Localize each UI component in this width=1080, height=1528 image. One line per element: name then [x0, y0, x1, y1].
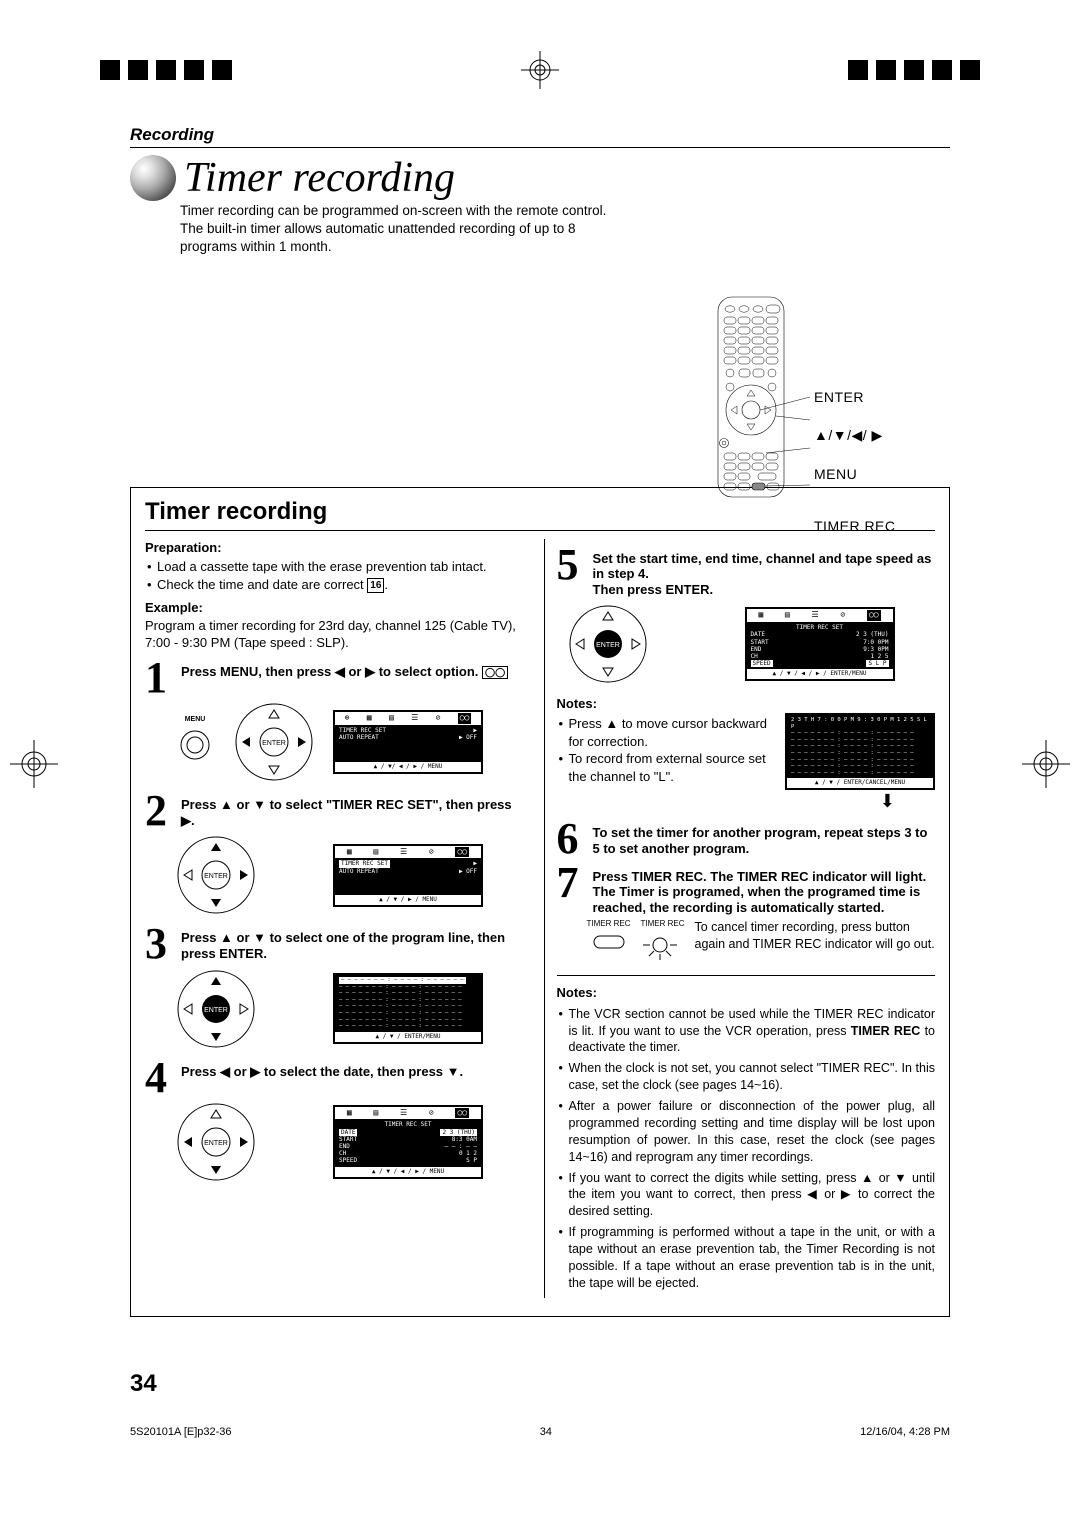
note-b-5: If programming is performed without a ta…	[557, 1224, 936, 1292]
example-heading: Example:	[145, 599, 524, 617]
remote-control-icon	[710, 295, 810, 505]
svg-text:ENTER: ENTER	[204, 1140, 228, 1147]
enter-label: ENTER	[814, 389, 896, 405]
timer-menu-icon: ◯◯	[482, 666, 508, 679]
note-5-2: To record from external source set the c…	[557, 750, 780, 785]
step-4: 4 Press ◀ or ▶ to select the date, then …	[145, 1060, 524, 1095]
step-number-1: 1	[145, 660, 175, 695]
crop-marks	[0, 60, 1080, 80]
footer: 5S20101A [E]p32-36 34 12/16/04, 4:28 PM	[130, 1426, 950, 1438]
menu-label: MENU	[814, 466, 896, 482]
menu-small-label: MENU	[175, 715, 215, 724]
step-3: 3 Press ▲ or ▼ to select one of the prog…	[145, 926, 524, 961]
step-number-6: 6	[557, 821, 587, 856]
dpad-icon: ENTER	[175, 834, 257, 916]
cancel-text: To cancel timer recording, press button …	[695, 919, 936, 953]
footer-center: 34	[540, 1426, 552, 1438]
down-arrow-icon: ⬇	[557, 789, 896, 813]
timer-rec-label: TIMER REC	[814, 518, 896, 534]
intro-text: Timer recording can be programmed on-scr…	[180, 202, 610, 257]
right-column: 5 Set the start time, end time, channel …	[544, 539, 936, 1298]
footer-date: 12/16/04, 4:28 PM	[860, 1426, 950, 1438]
step-6: 6 To set the timer for another program, …	[557, 821, 936, 856]
osd-screen-3: – – – – – – – : – – – – : – – – – – – – …	[333, 973, 483, 1044]
osd-screen-5: ▦▤☰⊘◯◯ TIMER REC SET DATE2 3 (THU) START…	[745, 607, 895, 681]
step-number-7: 7	[557, 865, 587, 900]
instruction-box: Timer recording Preparation: Load a cass…	[130, 487, 950, 1317]
note-b-2: When the clock is not set, you cannot se…	[557, 1060, 936, 1094]
dpad-icon: ENTER	[233, 701, 315, 783]
prep-item-2: Check the time and date are correct 16.	[145, 576, 524, 594]
svg-text:ENTER: ENTER	[262, 740, 286, 747]
step-number-4: 4	[145, 1060, 175, 1095]
prep-item-1: Load a cassette tape with the erase prev…	[145, 558, 524, 576]
timer-rec-button-label: TIMER REC	[587, 919, 631, 930]
notes-heading-5: Notes:	[557, 695, 936, 713]
osd-screen-1: ⊕▦▤☰⊘◯◯ TIMER REC SET▶ AUTO REPEAT▶ OFF …	[333, 710, 483, 773]
dpad-icon: ENTER	[175, 968, 257, 1050]
menu-button-icon	[175, 725, 215, 765]
step-number-3: 3	[145, 926, 175, 961]
step-2: 2 Press ▲ or ▼ to select "TIMER REC SET"…	[145, 793, 524, 828]
registration-mark-right-icon	[1022, 740, 1070, 788]
page-number: 34	[130, 1370, 157, 1398]
arrows-label: ▲/▼/◀/ ▶	[814, 427, 896, 444]
page-ref-16: 16	[367, 578, 384, 594]
note-b-1: The VCR section cannot be used while the…	[557, 1006, 936, 1057]
cancel-instruction: TIMER REC TIMER REC	[587, 919, 936, 965]
step-number-5: 5	[557, 547, 587, 582]
osd-screen-4: ▦▤☰⊘◯◯ TIMER REC SET DATE2 3 (THU) START…	[333, 1105, 483, 1179]
registration-mark-left-icon	[10, 740, 58, 788]
timer-rec-button-icon	[592, 930, 626, 952]
notes-bottom-heading: Notes:	[557, 984, 936, 1002]
remote-illustration: ENTER ▲/▼/◀/ ▶ MENU TIMER REC	[710, 295, 950, 534]
osd-screen-list: 2 3 T H 7 : 0 0 P M 9 : 3 0 P M 1 2 5 S …	[785, 713, 935, 790]
page-title: Timer recording	[184, 154, 455, 202]
footer-file: 5S20101A [E]p32-36	[130, 1426, 232, 1438]
divider	[557, 975, 936, 976]
divider	[130, 147, 950, 148]
step-5: 5 Set the start time, end time, channel …	[557, 547, 936, 598]
note-b-4: If you want to correct the digits while …	[557, 1170, 936, 1221]
sphere-bullet-icon	[130, 155, 176, 201]
svg-text:ENTER: ENTER	[204, 873, 228, 880]
led-label: TIMER REC	[641, 919, 685, 930]
dpad-icon: ENTER	[175, 1101, 257, 1183]
step-1: 1 Press MENU, then press ◀ or ▶ to selec…	[145, 660, 524, 695]
svg-text:ENTER: ENTER	[204, 1007, 228, 1014]
example-text: Program a timer recording for 23rd day, …	[145, 617, 524, 652]
note-b-3: After a power failure or disconnection o…	[557, 1098, 936, 1166]
section-heading: Recording	[130, 125, 950, 145]
svg-text:ENTER: ENTER	[596, 642, 620, 649]
dpad-icon: ENTER	[567, 603, 649, 685]
preparation-heading: Preparation:	[145, 539, 524, 557]
step-number-2: 2	[145, 793, 175, 828]
registration-mark-icon	[521, 51, 559, 89]
left-column: Preparation: Load a cassette tape with t…	[145, 539, 524, 1298]
osd-screen-2: ▦▤☰⊘◯◯ TIMER REC SET▶ AUTO REPEAT▶ OFF ▲…	[333, 844, 483, 907]
led-indicator-icon	[641, 930, 679, 960]
note-5-1: Press ▲ to move cursor backward for corr…	[557, 715, 780, 750]
step-7: 7 Press TIMER REC. The TIMER REC indicat…	[557, 865, 936, 916]
